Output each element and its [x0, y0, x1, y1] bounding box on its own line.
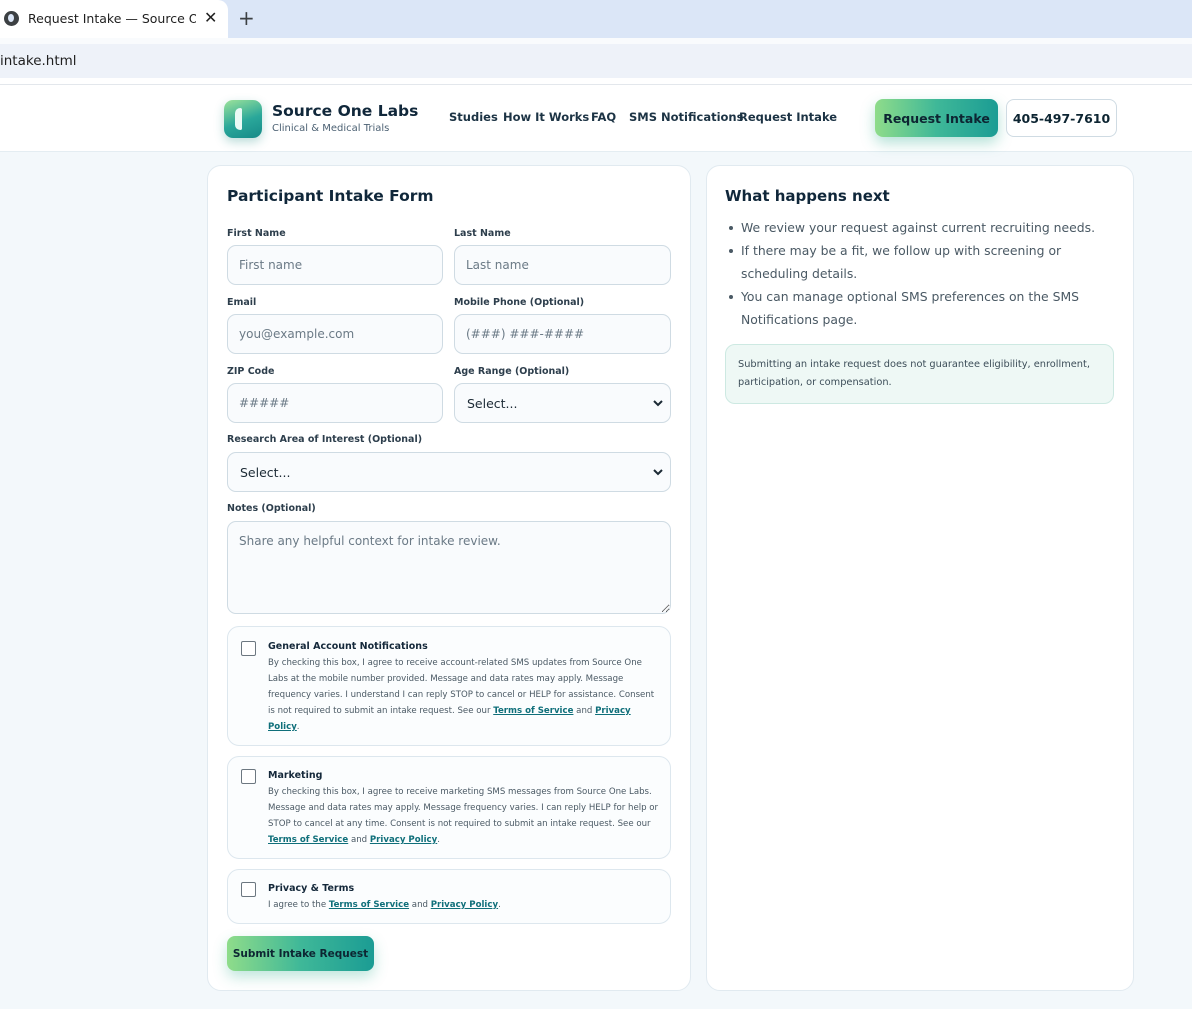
privacy-policy-link[interactable]: Privacy Policy — [431, 900, 498, 910]
phone-button[interactable]: 405-497-7610 — [1006, 99, 1117, 137]
research-area-label: Research Area of Interest (Optional) — [227, 434, 423, 445]
list-item: You can manage optional SMS preferences … — [725, 285, 1105, 331]
phone-label: Mobile Phone (Optional) — [454, 297, 585, 308]
first-name-label: First Name — [227, 228, 286, 239]
research-area-value: Select... — [240, 465, 291, 480]
first-name-input[interactable] — [227, 245, 443, 285]
consent-title: General Account Notifications — [268, 641, 428, 652]
nav-studies[interactable]: Studies — [449, 110, 498, 124]
phone-input[interactable] — [454, 314, 671, 354]
terms-of-service-link[interactable]: Terms of Service — [268, 835, 348, 845]
email-input[interactable] — [227, 314, 443, 354]
email-label: Email — [227, 297, 257, 308]
consent-end: . — [498, 900, 501, 910]
address-text[interactable]: intake.html — [0, 53, 77, 69]
consent-joiner: and — [576, 706, 593, 716]
privacy-terms-checkbox[interactable] — [241, 882, 256, 897]
chevron-down-icon — [653, 469, 663, 476]
consent-privacy-terms: Privacy & Terms I agree to the Terms of … — [227, 869, 671, 924]
request-intake-button[interactable]: Request Intake — [875, 99, 998, 137]
age-range-label: Age Range (Optional) — [454, 366, 570, 377]
research-area-select[interactable]: Select... — [227, 452, 671, 492]
list-item: We review your request against current r… — [725, 216, 1105, 239]
consent-end: . — [296, 722, 300, 732]
brand-tagline: Clinical & Medical Trials — [272, 123, 390, 134]
eligibility-notice: Submitting an intake request does not gu… — [725, 344, 1114, 404]
form-title: Participant Intake Form — [227, 187, 434, 205]
consent-body-text: I agree to the — [268, 900, 327, 910]
notes-textarea[interactable] — [227, 521, 671, 614]
browser-tab-bar: Request Intake — Source One Labs ✕ + — [0, 0, 1192, 38]
chrome-divider — [0, 78, 1192, 85]
brand-name[interactable]: Source One Labs — [272, 102, 418, 120]
nav-sms-notifications[interactable]: SMS Notifications — [629, 110, 743, 124]
notes-label: Notes (Optional) — [227, 503, 316, 514]
general-notifications-checkbox[interactable] — [241, 641, 256, 656]
consent-end: . — [437, 835, 440, 845]
new-tab-icon[interactable]: + — [238, 7, 255, 29]
last-name-label: Last Name — [454, 228, 511, 239]
consent-title: Privacy & Terms — [268, 883, 355, 894]
zip-label: ZIP Code — [227, 366, 275, 377]
zip-input[interactable] — [227, 383, 443, 423]
globe-icon — [4, 11, 19, 26]
consent-body-text: By checking this box, I agree to receive… — [268, 787, 659, 829]
chevron-down-icon — [653, 400, 663, 407]
consent-general-notifications: General Account Notifications By checkin… — [227, 626, 671, 746]
tab-title: Request Intake — Source One Labs — [28, 11, 196, 26]
nav-request-intake[interactable]: Request Intake — [739, 110, 837, 124]
address-bar[interactable]: intake.html — [0, 44, 1192, 78]
marketing-checkbox[interactable] — [241, 769, 256, 784]
consent-marketing: Marketing By checking this box, I agree … — [227, 756, 671, 859]
terms-of-service-link[interactable]: Terms of Service — [329, 900, 409, 910]
site-header: Source One Labs Clinical & Medical Trial… — [0, 85, 1192, 152]
consent-text: I agree to the Terms of Service and Priv… — [268, 897, 660, 913]
next-steps-list: We review your request against current r… — [725, 216, 1105, 331]
consent-joiner: and — [350, 835, 368, 845]
age-range-select[interactable]: Select... — [454, 383, 671, 423]
last-name-input[interactable] — [454, 245, 671, 285]
terms-of-service-link[interactable]: Terms of Service — [493, 706, 573, 716]
nav-how-it-works[interactable]: How It Works — [503, 110, 589, 124]
privacy-policy-link[interactable]: Privacy Policy — [370, 835, 437, 845]
consent-text: By checking this box, I agree to receive… — [268, 784, 660, 848]
logo-icon[interactable] — [224, 100, 262, 138]
submit-intake-button[interactable]: Submit Intake Request — [227, 936, 374, 971]
age-range-value: Select... — [467, 396, 518, 411]
list-item: If there may be a fit, we follow up with… — [725, 239, 1105, 285]
consent-title: Marketing — [268, 770, 323, 781]
next-steps-title: What happens next — [725, 187, 890, 205]
browser-tab[interactable]: Request Intake — Source One Labs ✕ — [0, 0, 228, 38]
nav-faq[interactable]: FAQ — [591, 110, 616, 124]
close-icon[interactable]: ✕ — [204, 8, 217, 28]
consent-joiner: and — [411, 900, 428, 910]
consent-text: By checking this box, I agree to receive… — [268, 655, 660, 735]
